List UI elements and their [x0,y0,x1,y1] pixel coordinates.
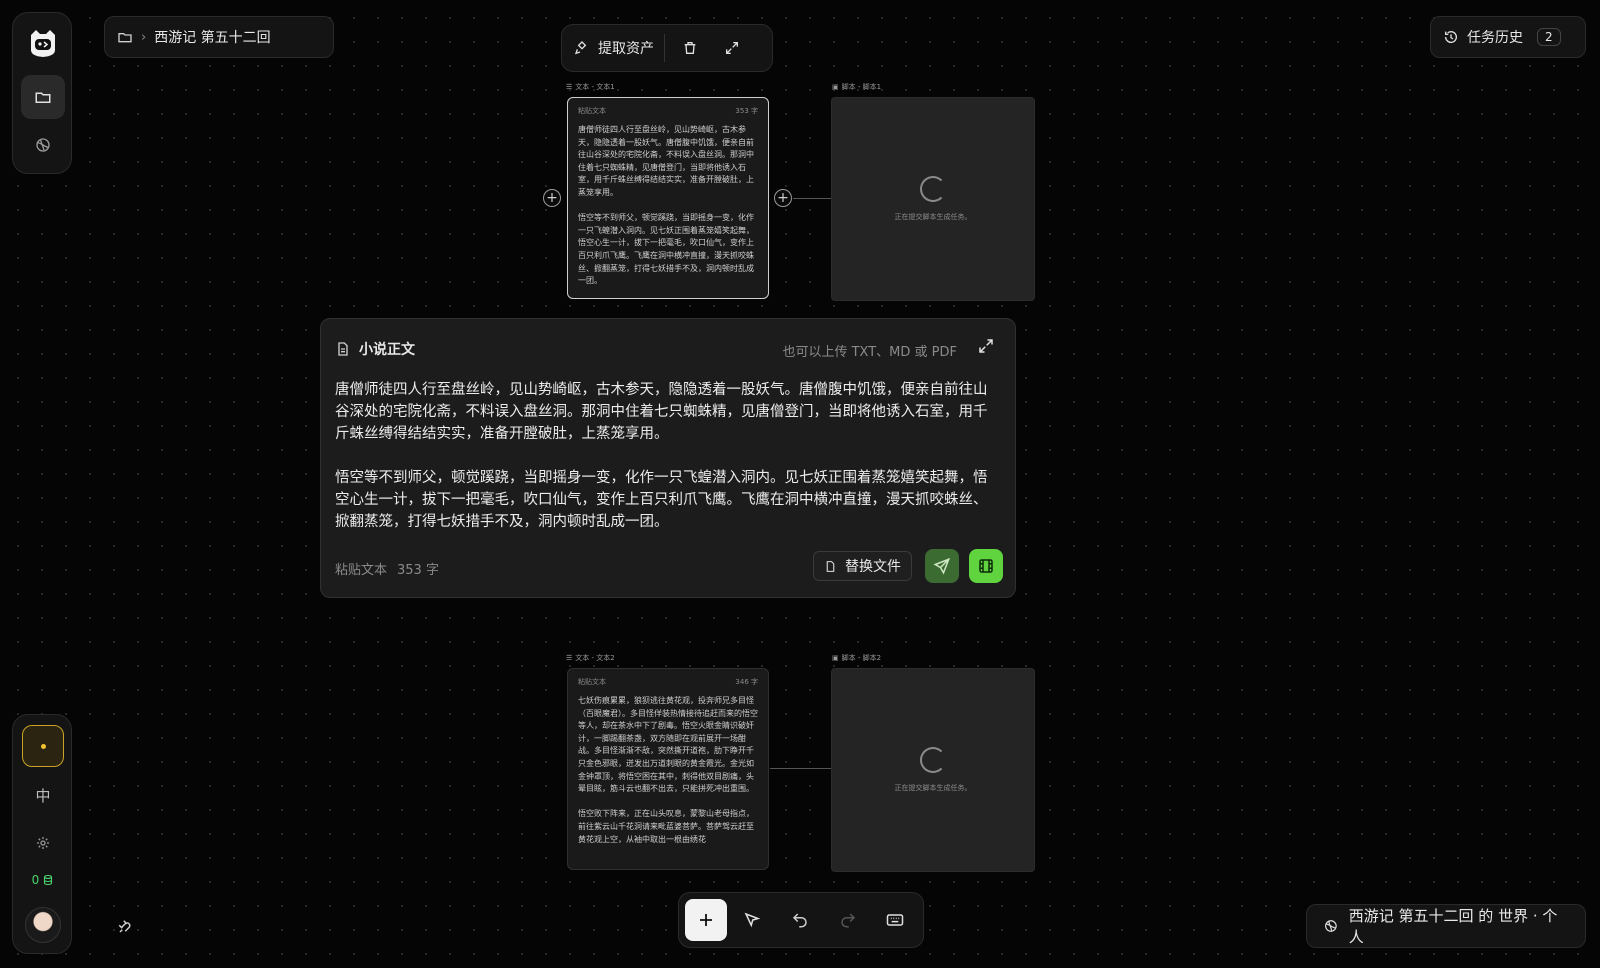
text1-node-label: ☰ 文本 - 文本1 [566,83,615,91]
task-count-badge: 2 [1537,28,1561,46]
extract-assets-button[interactable]: 提取资产 [574,34,665,62]
magnet-icon [118,920,131,933]
upload-hint: 也可以上传 TXT、MD 或 PDF [782,345,957,360]
send-button[interactable] [925,549,959,583]
extract-assets-label: 提取资产 [598,41,654,57]
expand-node-button[interactable] [715,31,749,65]
edge-text2-script2 [770,768,832,769]
script1-node-label: ▣ 脚本 - 脚本1 [832,83,882,91]
script-icon: ▣ [832,83,839,91]
text2-body: 七妖伤痕累累，狼狈逃往黄花观，投奔师兄多目怪（百眼魔君）。多目怪佯装热情接待追赶… [578,696,758,844]
project-title[interactable]: 西游记 第五十二回 [154,27,270,47]
novel-text-area[interactable]: 唐僧师徒四人行至盘丝岭，见山势崎岖，古木参天，隐隐透着一股妖气。唐僧腹中饥饿，便… [335,379,1001,533]
database-icon [44,874,53,886]
user-avatar[interactable] [25,907,61,943]
editor-count: 353 字 [397,563,439,578]
expand-icon [979,339,993,353]
list-icon: ☰ [566,83,573,91]
keyboard-shortcuts-button[interactable] [873,899,917,941]
gear-icon [37,837,49,849]
add-output-handle[interactable]: + [774,189,792,207]
editor-title: 小说正文 [359,342,415,358]
text2-node[interactable]: 粘贴文本 346 字 七妖伤痕累累，狼狈逃往黄花观，投奔师兄多目怪（百眼魔君）。… [567,668,769,870]
world-label: 西游记 第五十二回 的 世界 · 个人 [1348,907,1558,946]
chevron-right-icon: › [141,29,147,45]
task-history-button[interactable]: 任务历史 2 [1430,16,1586,58]
text1-node[interactable]: 粘贴文本 353 字 唐僧师徒四人行至盘丝岭，见山势崎岖，古木参天，隐隐透着一股… [567,97,769,299]
film-icon [979,559,993,573]
replace-file-label: 替换文件 [845,559,901,575]
select-tool-button[interactable] [731,899,775,941]
generate-video-button[interactable] [969,549,1003,583]
keyboard-icon [886,914,904,926]
plus-icon [699,914,712,926]
text2-count: 346 字 [735,678,758,686]
node-toolbar: 提取资产 [561,24,773,72]
replace-file-button[interactable]: 替换文件 [813,551,912,581]
undo-icon [792,913,807,928]
cursor-icon [744,912,761,928]
folder-icon[interactable] [117,29,133,45]
script2-node-label: ▣ 脚本 - 脚本2 [832,654,882,662]
settings-button[interactable] [21,821,65,865]
left-rail-top [12,12,72,174]
redo-button[interactable] [826,899,870,941]
delete-button[interactable] [673,31,707,65]
loading-spinner-icon [920,176,946,202]
left-rail-bottom: 中 0 [12,714,72,954]
breadcrumb: › 西游记 第五十二回 [104,16,334,58]
credits-indicator[interactable]: 0 [13,873,73,887]
expand-editor-button[interactable] [977,337,995,355]
projects-folder-button[interactable] [21,75,65,119]
language-button[interactable]: 中 [21,773,65,817]
status-toggle-button[interactable] [22,725,64,767]
redo-icon [840,913,855,928]
task-history-label: 任务历史 [1467,30,1523,46]
document-icon [338,342,348,356]
extract-icon [574,41,587,55]
history-icon [1444,31,1457,43]
editor-source: 粘贴文本 [335,563,388,578]
expand-icon [726,42,738,54]
text1-source: 粘贴文本 [578,107,606,115]
snap-magnet-button[interactable] [104,904,148,948]
undo-button[interactable] [778,899,822,941]
text1-count: 353 字 [735,107,758,115]
trash-icon [684,42,696,54]
file-icon [826,560,835,572]
text2-source: 粘贴文本 [578,678,606,686]
novel-text-editor: 小说正文 也可以上传 TXT、MD 或 PDF 唐僧师徒四人行至盘丝岭，见山势崎… [320,318,1016,598]
script1-node[interactable]: 正在提交脚本生成任务。 [831,97,1035,301]
script2-status: 正在提交脚本生成任务。 [894,784,972,792]
world-badge[interactable]: 西游记 第五十二回 的 世界 · 个人 [1306,904,1586,948]
script2-node[interactable]: 正在提交脚本生成任务。 [831,668,1035,872]
loading-spinner-icon [920,747,946,773]
script-icon: ▣ [832,654,839,662]
credits-count: 0 [31,873,40,887]
script1-status: 正在提交脚本生成任务。 [894,213,972,221]
text2-node-label: ☰ 文本 - 文本2 [566,654,615,662]
list-icon: ☰ [566,654,573,662]
send-icon [933,557,951,575]
canvas-toolbar [678,892,924,948]
text1-body: 唐僧师徒四人行至盘丝岭，见山势崎岖，古木参天，隐隐透着一股妖气。唐僧腹中饥饿，便… [578,125,754,286]
add-input-handle[interactable]: + [543,189,561,207]
add-node-button[interactable] [685,899,727,941]
world-globe-button[interactable] [21,123,65,167]
edge-text1-script1 [793,198,831,199]
app-logo-icon[interactable] [21,21,65,65]
globe-icon [1325,920,1337,932]
status-dot-icon [40,743,46,749]
